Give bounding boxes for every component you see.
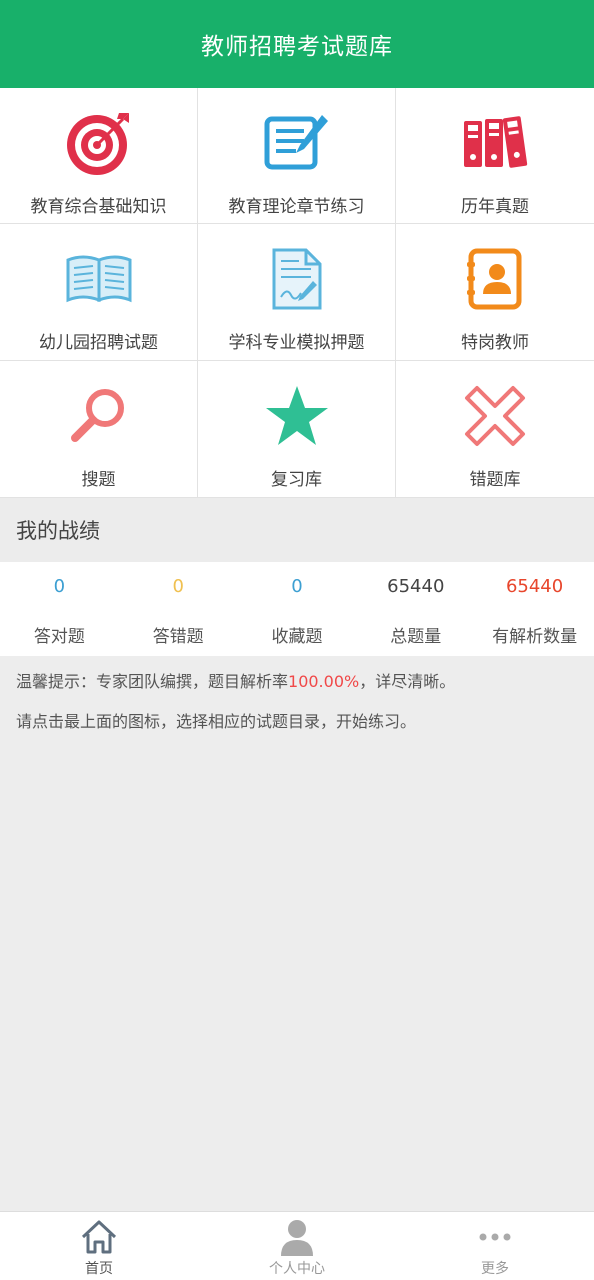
- tips: 温馨提示：专家团队编撰，题目解析率100.00%，详尽清晰。 请点击最上面的图标…: [16, 672, 586, 732]
- grid-item-wrong[interactable]: 错题库: [396, 361, 594, 498]
- stat-label: 总题量: [390, 627, 442, 647]
- grid-item-special-teacher[interactable]: 特岗教师: [396, 224, 594, 361]
- grid-item-label: 历年真题: [461, 197, 529, 217]
- record-title: 我的战绩: [16, 519, 100, 543]
- cross-icon: [460, 381, 530, 451]
- page-title: 教师招聘考试题库: [201, 34, 393, 60]
- more-dots-icon: [478, 1216, 512, 1258]
- stat-favorite[interactable]: 0 收藏题: [238, 562, 357, 656]
- tip-suffix: ，详尽清晰。: [359, 672, 456, 691]
- grid-item-label: 学科专业模拟押题: [228, 333, 365, 353]
- stat-correct[interactable]: 0 答对题: [0, 562, 119, 656]
- magnifier-icon: [64, 381, 134, 451]
- document-pen-icon: [262, 244, 332, 314]
- stat-label: 收藏题: [271, 627, 323, 647]
- notepad-pen-icon: [262, 108, 332, 178]
- grid-item-label: 教育综合基础知识: [30, 197, 167, 217]
- tip-line-1: 温馨提示：专家团队编撰，题目解析率100.00%，详尽清晰。: [16, 672, 586, 692]
- bottom-tab-bar: 首页 个人中心 更多: [0, 1211, 594, 1280]
- tab-profile[interactable]: 个人中心: [198, 1212, 396, 1280]
- tip-prefix: 温馨提示：专家团队编撰，题目解析率: [16, 672, 289, 691]
- person-icon: [279, 1216, 315, 1258]
- grid-item-label: 特岗教师: [461, 333, 529, 353]
- grid-item-label: 幼儿园招聘试题: [39, 333, 158, 353]
- tab-more[interactable]: 更多: [396, 1212, 594, 1280]
- grid-item-basic-knowledge[interactable]: 教育综合基础知识: [0, 88, 198, 224]
- grid-item-label: 错题库: [469, 470, 521, 490]
- contact-book-icon: [460, 244, 530, 314]
- stats-panel: 0 答对题 0 答错题 0 收藏题 65440 总题量 65440 有解析数量: [0, 562, 594, 656]
- grid-item-label: 教育理论章节练习: [228, 197, 365, 217]
- tab-label: 首页: [85, 1261, 113, 1277]
- analysis-rate: 100.00%: [288, 672, 360, 691]
- grid-item-kindergarten[interactable]: 幼儿园招聘试题: [0, 224, 198, 361]
- category-grid: 教育综合基础知识 教育理论章节练习 历年真题 幼儿园招聘试题 学科专业模拟押题 …: [0, 88, 594, 498]
- app-header: 教师招聘考试题库: [0, 0, 594, 88]
- tip-line-2: 请点击最上面的图标，选择相应的试题目录，开始练习。: [16, 712, 417, 731]
- tab-home[interactable]: 首页: [0, 1212, 198, 1280]
- grid-item-search[interactable]: 搜题: [0, 361, 198, 498]
- stat-value: 0: [53, 576, 66, 597]
- stat-total: 65440 总题量: [356, 562, 475, 656]
- tab-label: 个人中心: [269, 1261, 325, 1277]
- grid-item-theory-practice[interactable]: 教育理论章节练习: [198, 88, 396, 224]
- grid-item-label: 搜题: [81, 470, 116, 490]
- stat-value: 65440: [505, 576, 564, 597]
- section-title: 我的战绩: [0, 498, 594, 562]
- stat-label: 答对题: [33, 627, 85, 647]
- grid-item-subject-mock[interactable]: 学科专业模拟押题: [198, 224, 396, 361]
- stat-value: 0: [172, 576, 184, 597]
- stat-analysis: 65440 有解析数量: [475, 562, 594, 656]
- star-icon: [262, 381, 332, 451]
- home-icon: [80, 1216, 118, 1258]
- stat-label: 有解析数量: [492, 627, 578, 647]
- tab-label: 更多: [481, 1261, 509, 1277]
- binders-icon: [460, 108, 530, 178]
- stat-label: 答错题: [152, 627, 204, 647]
- target-icon: [64, 108, 134, 178]
- stat-wrong[interactable]: 0 答错题: [119, 562, 238, 656]
- grid-item-label: 复习库: [271, 470, 322, 490]
- stat-value: 65440: [387, 576, 445, 597]
- grid-item-review[interactable]: 复习库: [198, 361, 396, 498]
- stat-value: 0: [291, 576, 303, 597]
- open-book-icon: [64, 244, 134, 314]
- grid-item-past-exams[interactable]: 历年真题: [396, 88, 594, 224]
